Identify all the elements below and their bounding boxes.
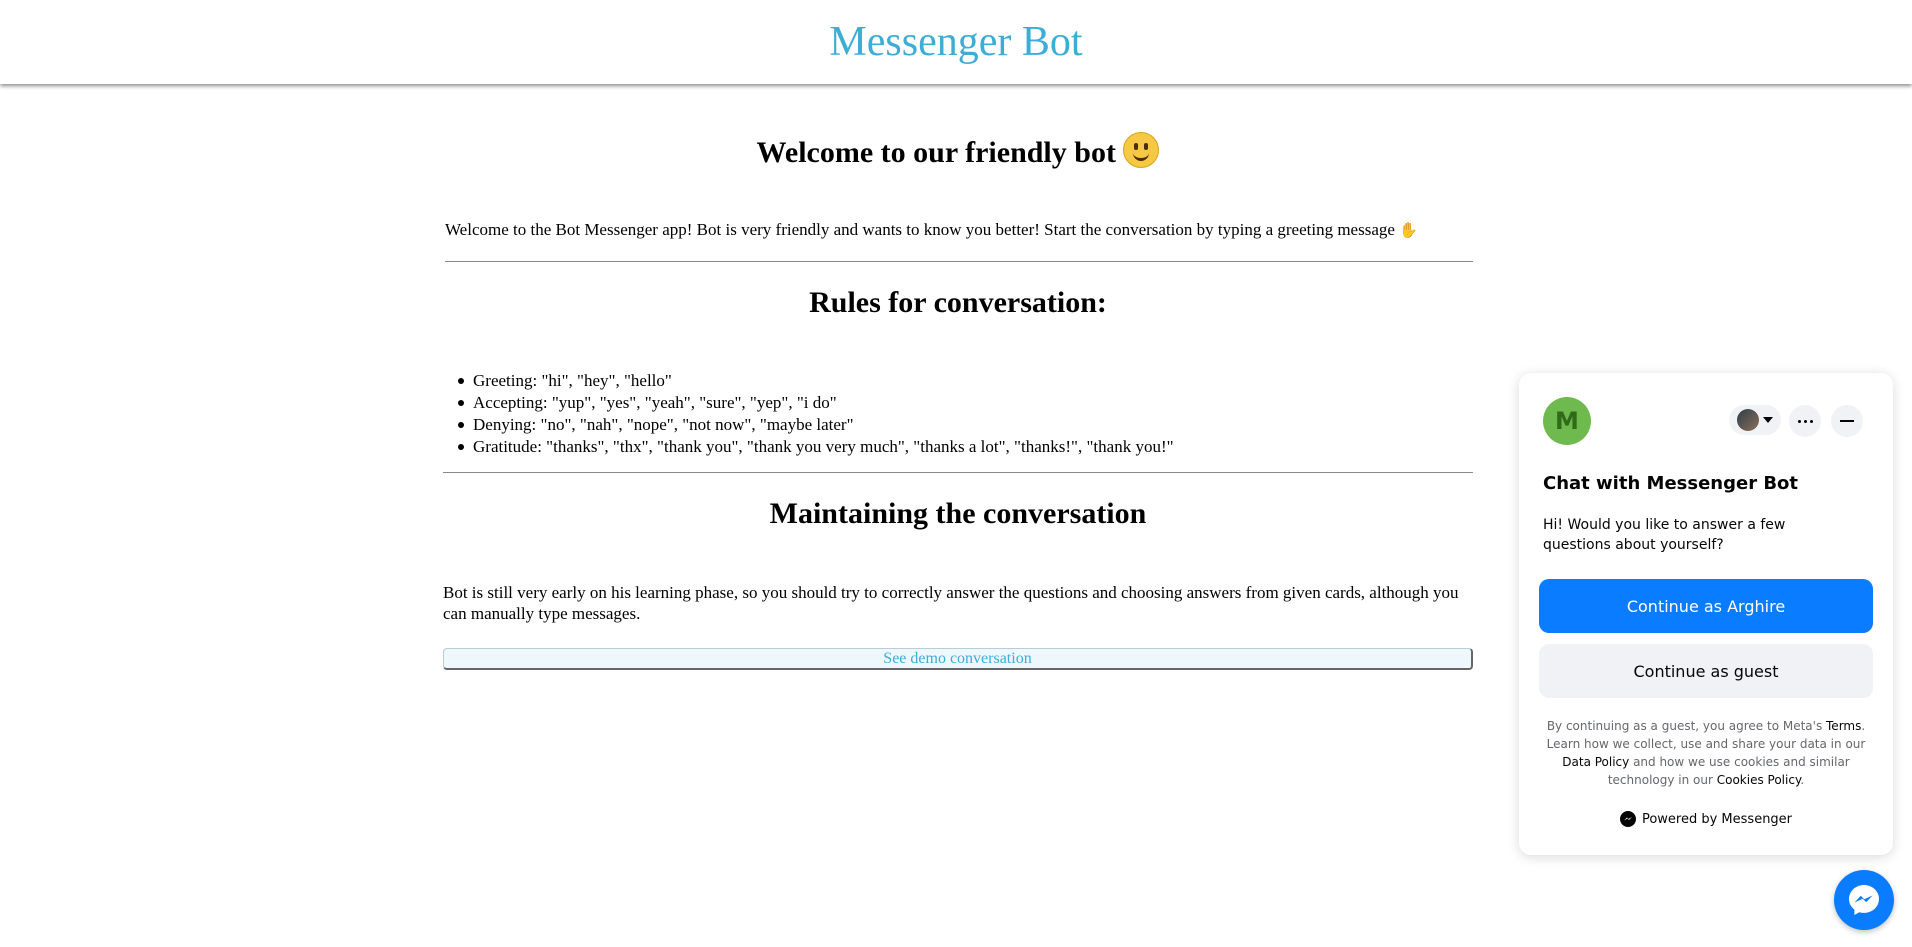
minus-icon [1840,420,1854,422]
user-avatar-icon [1737,409,1759,431]
top-bar: Messenger Bot [0,0,1912,84]
messenger-icon [1849,885,1879,915]
legal-text: . [1800,773,1805,787]
divider [445,261,1473,262]
smiley-icon [1123,132,1160,168]
welcome-heading: Welcome to our friendly bot [443,132,1473,170]
powered-by: Powered by Messenger [1519,811,1893,827]
legal-notice: By continuing as a guest, you agree to M… [1543,717,1869,789]
bot-avatar: M [1543,397,1591,445]
rule-gratitude: Gratitude: "thanks", "thx", "thank you",… [458,437,1174,456]
messenger-icon [1619,811,1636,827]
rule-accepting: Accepting: "yup", "yes", "yeah", "sure",… [458,392,1174,414]
rules-heading: Rules for conversation: [809,286,1107,319]
intro-text-body: Welcome to the Bot Messenger app! Bot is… [445,220,1395,239]
waving-hand-icon: ✋ [1399,223,1418,239]
minimize-button[interactable] [1831,405,1863,437]
rule-denying: Denying: "no", "nah", "nope", "not now",… [458,414,1174,436]
chat-title: Chat with Messenger Bot [1543,473,1799,494]
continue-as-guest-button[interactable]: Continue as guest [1539,644,1873,698]
maintaining-heading: Maintaining the conversation [769,497,1147,530]
see-demo-button[interactable]: See demo conversation [443,648,1473,670]
welcome-heading-text: Welcome to our friendly bot [756,136,1116,169]
caret-down-icon [1763,417,1773,423]
divider [443,472,1473,473]
more-options-button[interactable] [1789,405,1821,437]
rule-greeting: Greeting: "hi", "hey", "hello" [458,370,1174,392]
continue-as-user-button[interactable]: Continue as Arghire [1539,579,1873,633]
maintaining-text: Bot is still very early on his learning … [443,583,1459,623]
cookies-policy-link[interactable]: Cookies Policy [1717,773,1801,787]
legal-text: By continuing as a guest, you agree to M… [1546,719,1827,733]
terms-link[interactable]: Terms [1826,719,1861,733]
account-switcher[interactable] [1729,405,1781,435]
intro-text: Welcome to the Bot Messenger app! Bot is… [445,220,1418,240]
powered-by-label: Powered by Messenger [1641,811,1793,827]
messenger-chat-button[interactable] [1834,870,1894,930]
site-title[interactable]: Messenger Bot [829,18,1082,66]
chat-widget: M Chat with Messenger Bot Hi! Would you … [1519,373,1893,855]
data-policy-link[interactable]: Data Policy [1562,755,1629,769]
chat-subtitle: Hi! Would you like to answer a few quest… [1543,517,1786,553]
rules-list: Greeting: "hi", "hey", "hello" Accepting… [443,370,1174,458]
